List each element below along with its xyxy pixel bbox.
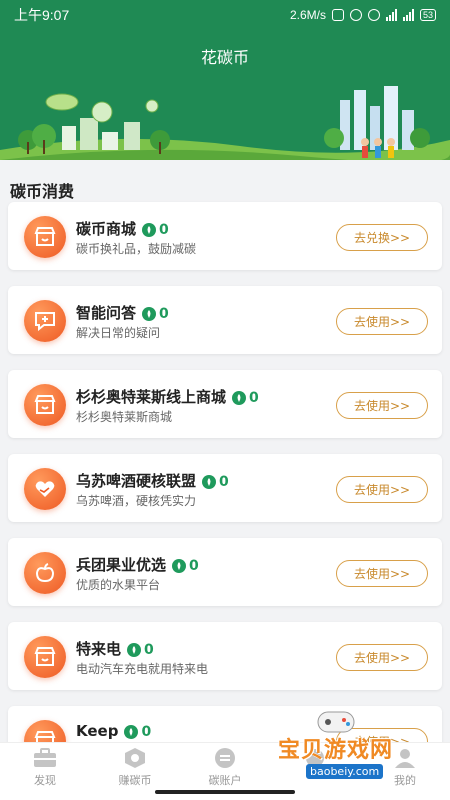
tab-label: 赚碳币 (118, 774, 152, 787)
list-item[interactable]: 兵团果业优选 0 优质的水果平台 去使用>> (8, 538, 442, 606)
alarm-icon (367, 9, 380, 21)
mute-icon (349, 9, 362, 21)
heart-hand-icon (24, 468, 66, 510)
hexagon-icon (125, 748, 145, 768)
header: 上午9:07 2.6M/s 53 花碳币 (0, 0, 450, 160)
section-title: 碳币消费 (10, 182, 75, 201)
coin-icon (172, 558, 187, 573)
city-illustration (0, 86, 450, 160)
redeem-button[interactable]: 去兑换>> (336, 224, 428, 251)
fruit-icon (24, 552, 66, 594)
card-desc: 乌苏啤酒，硬核凭实力 (76, 494, 197, 508)
watermark: 宝贝游戏网 baobeiy.com (272, 711, 448, 790)
status-time: 上午9:07 (14, 7, 70, 23)
battery-icon: 53 (419, 9, 436, 21)
card-desc: 碳币换礼品，鼓励减碳 (76, 242, 197, 256)
card-title: 特来电 (76, 640, 122, 658)
tab-label: 碳账户 (208, 774, 242, 787)
use-button[interactable]: 去使用>> (336, 392, 428, 419)
shop-icon (24, 216, 66, 258)
list-item[interactable]: 智能问答 0 解决日常的疑问 去使用>> (8, 286, 442, 354)
list-item[interactable]: 特来电 0 电动汽车充电就用特来电 去使用>> (8, 622, 442, 690)
list-item[interactable]: 杉杉奥特莱斯线上商城 0 杉杉奥特莱斯商城 去使用>> (8, 370, 442, 438)
card-desc: 优质的水果平台 (76, 578, 161, 592)
card-desc: 电动汽车充电就用特来电 (76, 662, 209, 676)
list-item[interactable]: 乌苏啤酒硬核联盟 0 乌苏啤酒，硬核凭实力 去使用>> (8, 454, 442, 522)
coin-icon (142, 306, 157, 321)
use-button[interactable]: 去使用>> (336, 560, 428, 587)
coin-value: 0 (189, 557, 199, 574)
chat-bubble-icon (215, 748, 235, 768)
use-button[interactable]: 去使用>> (336, 644, 428, 671)
card-desc: 杉杉奥特莱斯商城 (76, 410, 173, 424)
card-title: Keep (76, 722, 119, 740)
coin-icon (202, 474, 217, 489)
card-title: 碳币商城 (76, 220, 137, 238)
list-item[interactable]: 碳币商城 0 碳币换礼品，鼓励减碳 去兑换>> (8, 202, 442, 270)
coin-icon (127, 642, 142, 657)
shop-icon (24, 384, 66, 426)
coin-value: 0 (159, 305, 169, 322)
watermark-url: baobeiy.com (306, 764, 384, 779)
coin-icon (142, 222, 157, 237)
network-speed: 2.6M/s (289, 8, 326, 22)
coin-value: 0 (249, 389, 259, 406)
coin-value: 0 (219, 473, 229, 490)
nfc-icon (331, 9, 344, 21)
card-title: 智能问答 (76, 304, 137, 322)
signal-icon-2 (402, 9, 414, 21)
briefcase-icon (34, 748, 56, 767)
coin-value: 0 (144, 641, 154, 658)
signal-icon (385, 9, 397, 21)
shop-icon (24, 636, 66, 678)
tab-discover[interactable]: 发现 (0, 743, 90, 800)
use-button[interactable]: 去使用>> (336, 308, 428, 335)
coin-icon (124, 724, 139, 739)
status-bar: 上午9:07 2.6M/s 53 (0, 0, 450, 30)
tab-label: 发现 (34, 774, 56, 787)
home-indicator[interactable] (155, 790, 295, 794)
watermark-text: 宝贝游戏网 (278, 738, 394, 763)
use-button[interactable]: 去使用>> (336, 476, 428, 503)
card-title: 杉杉奥特莱斯线上商城 (76, 388, 227, 406)
page-title: 花碳币 (200, 48, 249, 67)
card-desc: 解决日常的疑问 (76, 326, 161, 340)
chat-icon (24, 300, 66, 342)
card-title: 兵团果业优选 (76, 556, 167, 574)
card-title: 乌苏啤酒硬核联盟 (76, 472, 197, 490)
coin-value: 0 (159, 221, 169, 238)
coin-icon (232, 390, 247, 405)
coin-value: 0 (141, 723, 152, 740)
